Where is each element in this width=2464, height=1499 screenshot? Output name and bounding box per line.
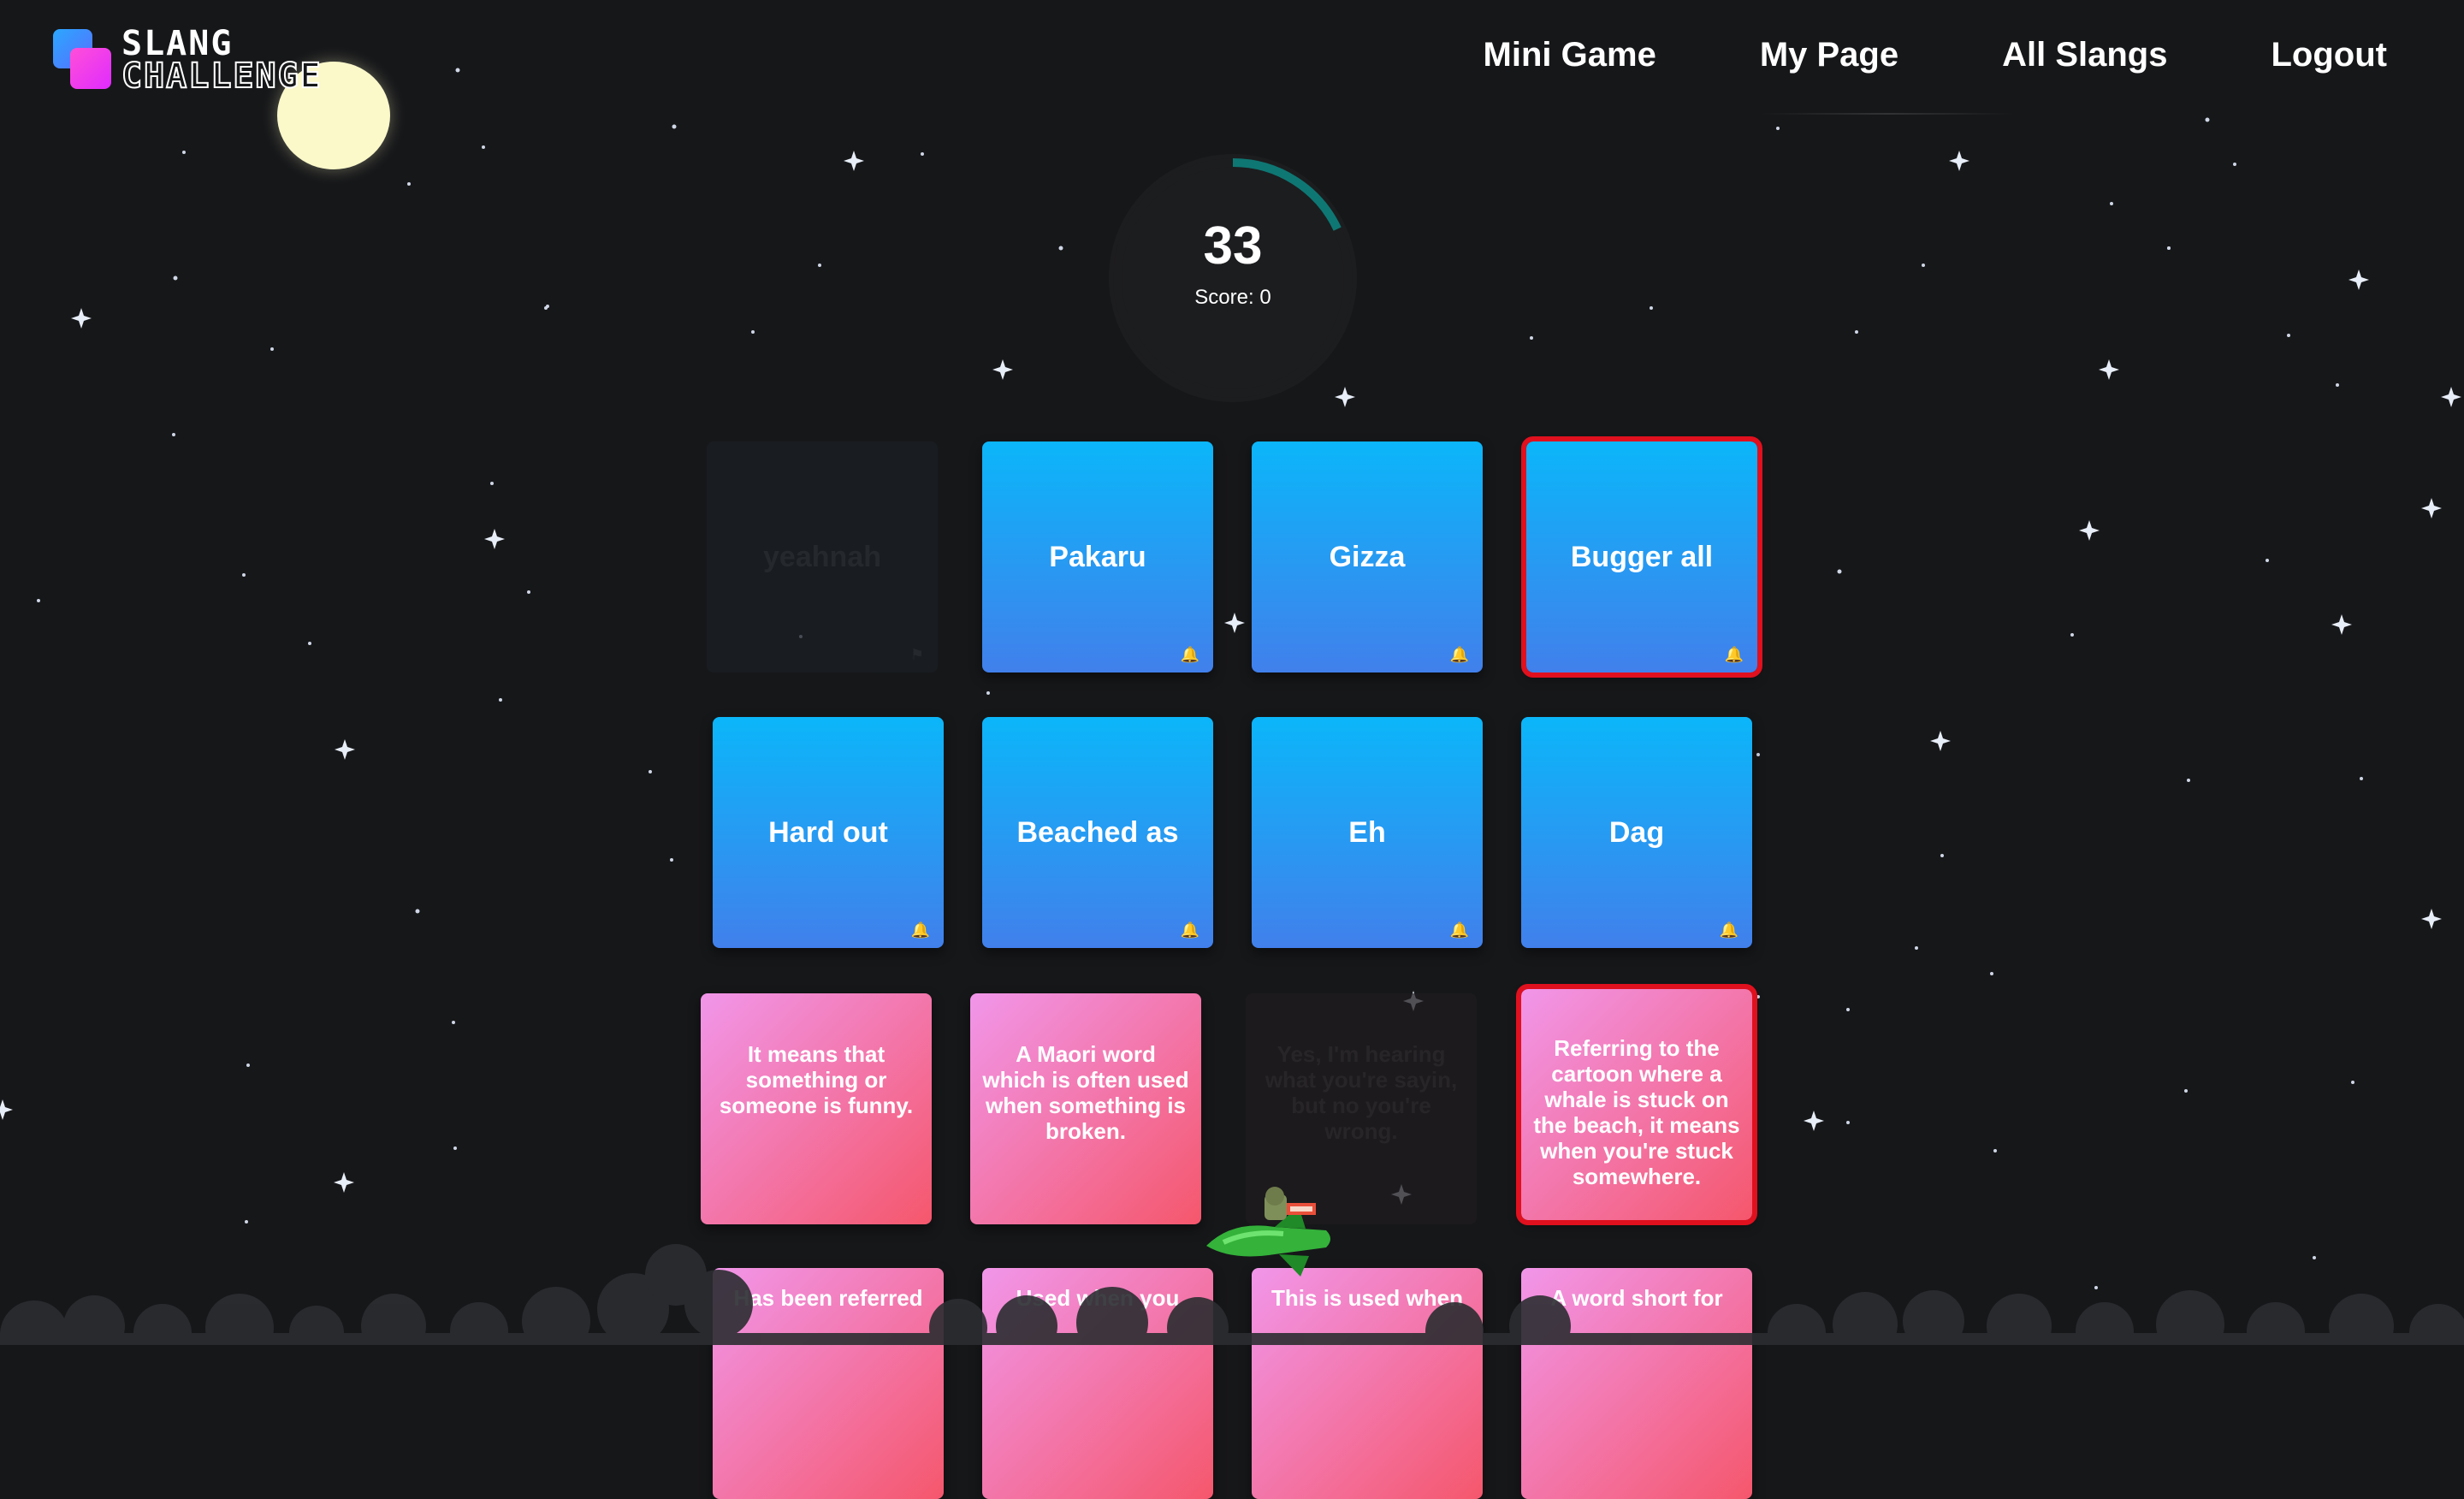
nav-all-slangs[interactable]: All Slangs xyxy=(2002,31,2167,79)
logo-line-1: SLANG xyxy=(121,24,234,63)
card-term-yeahnah: yeahnah ⚑ xyxy=(707,441,938,672)
timer-seconds: 33 xyxy=(1203,216,1263,276)
card-term-beached-as[interactable]: Beached as 🔔 xyxy=(982,717,1213,948)
card-text: Pakaru xyxy=(1049,540,1146,573)
score-label: Score: 0 xyxy=(1194,286,1271,309)
nav-my-page[interactable]: My Page xyxy=(1760,31,1898,79)
card-definition-used-when-you[interactable]: Used when you xyxy=(982,1268,1213,1499)
bell-icon: 🔔 xyxy=(1719,921,1738,939)
nav-logout[interactable]: Logout xyxy=(2272,31,2388,79)
card-text: A Maori word which is often used when so… xyxy=(982,1041,1189,1144)
timer-ring xyxy=(1113,158,1353,398)
card-definition-beached[interactable]: Referring to the cartoon where a whale i… xyxy=(1516,984,1757,1225)
bell-icon: 🔔 xyxy=(1180,921,1199,939)
card-text: Referring to the cartoon where a whale i… xyxy=(1533,1035,1740,1189)
bell-icon: 🔔 xyxy=(910,921,930,939)
card-text: Yes, I'm hearing what you're sayin, but … xyxy=(1265,1041,1458,1144)
logo-mark-icon xyxy=(53,29,113,91)
countdown-timer: 33 Score: 0 xyxy=(1109,154,1357,402)
bell-icon: 🔔 xyxy=(1724,646,1744,663)
card-text: Dag xyxy=(1608,815,1665,849)
logo-text: SLANG CHALLENGE xyxy=(121,24,323,96)
top-nav: Mini Game My Page All Slangs Logout xyxy=(1380,31,2387,79)
card-definition-referred[interactable]: Has been referred xyxy=(713,1268,944,1499)
card-term-gizza[interactable]: Gizza 🔔 xyxy=(1252,441,1483,672)
card-definition-word-short[interactable]: A word short for xyxy=(1521,1268,1752,1499)
nav-underline xyxy=(1759,113,2016,115)
card-text: Eh xyxy=(1348,815,1386,849)
card-text: It means that something or someone is fu… xyxy=(719,1041,914,1118)
logo[interactable]: SLANG CHALLENGE xyxy=(53,26,323,94)
card-text: Beached as xyxy=(1016,815,1179,849)
card-text: A word short for xyxy=(1550,1285,1723,1311)
card-text: Gizza xyxy=(1329,540,1406,573)
card-definition-this-is-used[interactable]: This is used when xyxy=(1252,1268,1483,1499)
card-definition-broken[interactable]: A Maori word which is often used when so… xyxy=(970,993,1201,1224)
card-term-eh[interactable]: Eh 🔔 xyxy=(1252,717,1483,948)
nav-mini-game[interactable]: Mini Game xyxy=(1484,31,1656,79)
card-term-bugger-all[interactable]: Bugger all 🔔 xyxy=(1521,436,1762,678)
bell-icon: ⚑ xyxy=(909,646,924,663)
card-text: Hard out xyxy=(768,815,888,849)
logo-line-2: CHALLENGE xyxy=(121,56,323,96)
card-text: Has been referred xyxy=(733,1285,923,1311)
card-text: This is used when xyxy=(1271,1285,1463,1311)
card-term-hard-out[interactable]: Hard out 🔔 xyxy=(713,717,944,948)
card-text: Bugger all xyxy=(1570,540,1714,573)
bell-icon: 🔔 xyxy=(1180,646,1199,663)
card-definition-funny[interactable]: It means that something or someone is fu… xyxy=(701,993,932,1224)
card-text: Used when you xyxy=(1016,1285,1180,1311)
bell-icon: 🔔 xyxy=(1449,921,1469,939)
card-text: yeahnah xyxy=(763,540,881,573)
rocket-icon xyxy=(1206,1187,1330,1277)
bell-icon: 🔔 xyxy=(1449,646,1469,663)
card-term-pakaru[interactable]: Pakaru 🔔 xyxy=(982,441,1213,672)
card-term-dag[interactable]: Dag 🔔 xyxy=(1521,717,1752,948)
